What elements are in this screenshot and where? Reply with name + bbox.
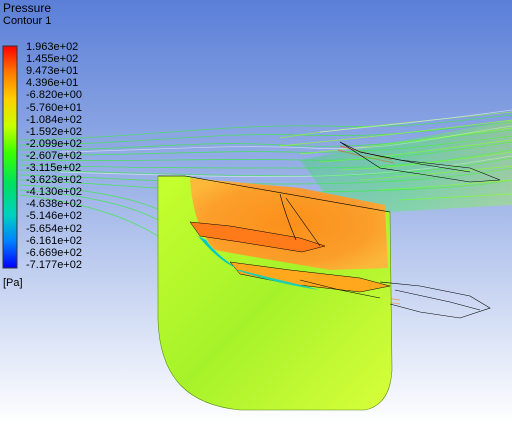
- legend-units: [Pa]: [3, 277, 23, 289]
- legend-label: 1.455e+02: [26, 53, 79, 66]
- legend-label: -4.638e+02: [26, 198, 82, 211]
- legend-label: -4.130e+02: [26, 186, 82, 199]
- legend-label: -1.592e+02: [26, 125, 82, 138]
- legend-label: -6.669e+02: [26, 246, 82, 259]
- colorbar: [2, 45, 18, 269]
- legend-label: -7.177e+02: [26, 258, 82, 271]
- legend-label: -3.623e+02: [26, 174, 82, 187]
- legend-label: -5.654e+02: [26, 222, 82, 235]
- legend-label: -6.161e+02: [26, 234, 82, 247]
- legend-subtitle: Contour 1: [3, 15, 52, 27]
- legend-label: -5.146e+02: [26, 210, 82, 223]
- legend-label: -6.820e+00: [26, 89, 82, 102]
- legend-label: -3.115e+02: [26, 162, 82, 174]
- legend-label: 1.963e+02: [26, 41, 79, 53]
- legend-label: 4.396e+01: [26, 77, 79, 90]
- legend-label: -1.084e+02: [26, 113, 82, 126]
- legend-label: -2.099e+02: [26, 137, 82, 150]
- legend-title: Pressure: [3, 1, 52, 15]
- legend-label: 9.473e+01: [26, 65, 79, 78]
- legend-label: -2.607e+02: [26, 149, 82, 162]
- legend-label: -5.760e+01: [26, 101, 82, 114]
